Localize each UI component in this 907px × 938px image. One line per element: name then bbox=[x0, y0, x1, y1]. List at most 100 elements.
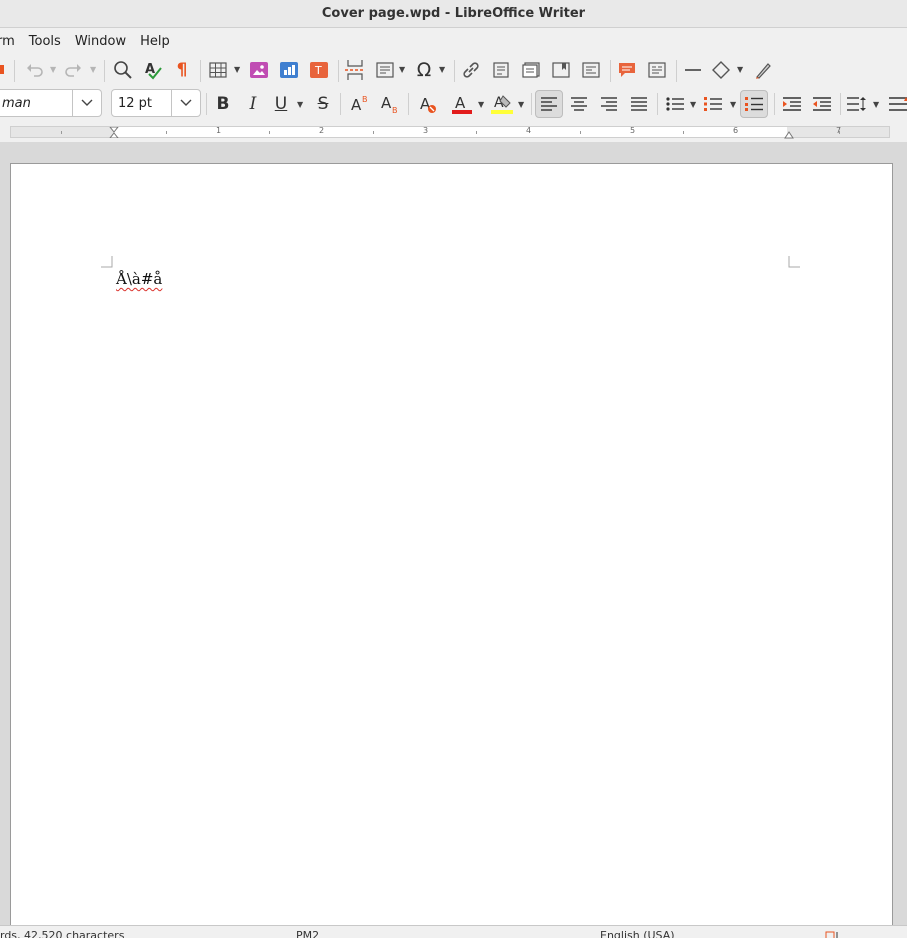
insert-line-icon[interactable] bbox=[682, 59, 704, 81]
menu-window[interactable]: Window bbox=[68, 34, 133, 49]
insert-table-icon[interactable] bbox=[207, 59, 229, 81]
draw-functions-icon[interactable] bbox=[752, 59, 774, 81]
font-size-dropdown-icon[interactable] bbox=[171, 90, 200, 116]
svg-text:A: A bbox=[381, 94, 392, 112]
statusbar: rds, 42,520 characters PM2 English (USA) bbox=[0, 925, 907, 938]
unordered-list-dropdown-icon[interactable]: ▼ bbox=[690, 100, 696, 109]
decrease-indent-icon[interactable] bbox=[810, 90, 834, 118]
horizontal-ruler[interactable]: 1 2 3 4 5 6 7 bbox=[10, 126, 890, 139]
separator bbox=[200, 60, 201, 82]
underline-dropdown-icon[interactable]: ▼ bbox=[297, 100, 303, 109]
separator bbox=[14, 60, 15, 82]
right-indent-marker[interactable] bbox=[784, 131, 794, 139]
ruler-number: 2 bbox=[319, 126, 325, 135]
font-name-box[interactable]: man bbox=[0, 89, 102, 117]
top-right-crop-mark bbox=[788, 256, 800, 268]
separator bbox=[676, 60, 677, 82]
find-replace-icon[interactable] bbox=[112, 59, 134, 81]
font-name-value[interactable]: man bbox=[0, 96, 72, 111]
align-center-icon[interactable] bbox=[567, 90, 591, 118]
special-character-icon[interactable]: Ω bbox=[412, 57, 436, 83]
bookmark-icon[interactable] bbox=[550, 59, 572, 81]
ruler-number: 3 bbox=[423, 126, 429, 135]
insert-image-icon[interactable] bbox=[248, 59, 270, 81]
document-page[interactable]: Å\à#å bbox=[10, 163, 893, 925]
endnote-icon[interactable] bbox=[520, 59, 542, 81]
undo-dropdown-icon[interactable]: ▼ bbox=[50, 65, 56, 74]
ruler-left-margin bbox=[11, 127, 114, 137]
bold-icon[interactable]: B bbox=[212, 92, 234, 116]
font-name-dropdown-icon[interactable] bbox=[72, 90, 101, 116]
separator bbox=[531, 93, 532, 115]
highlight-color-icon[interactable]: A bbox=[489, 92, 515, 116]
line-spacing-dropdown-icon[interactable]: ▼ bbox=[873, 100, 879, 109]
shapes-dropdown-icon[interactable]: ▼ bbox=[737, 65, 743, 74]
separator bbox=[104, 60, 105, 82]
undo-icon[interactable] bbox=[24, 60, 46, 80]
font-size-value[interactable]: 12 pt bbox=[112, 96, 171, 111]
increase-indent-icon[interactable] bbox=[780, 90, 804, 118]
align-right-icon[interactable] bbox=[597, 90, 621, 118]
table-dropdown-icon[interactable]: ▼ bbox=[234, 65, 240, 74]
svg-text:B: B bbox=[392, 106, 398, 114]
insert-chart-icon[interactable] bbox=[278, 59, 300, 81]
italic-icon[interactable]: I bbox=[242, 92, 264, 116]
formatting-marks-icon[interactable]: ¶ bbox=[172, 59, 192, 81]
ruler-tick bbox=[166, 131, 167, 134]
hyperlink-icon[interactable] bbox=[460, 59, 482, 81]
print-icon[interactable] bbox=[0, 60, 6, 78]
ruler-tick bbox=[269, 131, 270, 134]
track-changes-icon[interactable] bbox=[646, 59, 668, 81]
document-text[interactable]: Å\à#å bbox=[116, 270, 162, 288]
separator bbox=[454, 60, 455, 82]
insert-field-icon[interactable] bbox=[374, 59, 396, 81]
font-color-icon[interactable]: A bbox=[450, 92, 474, 116]
separator bbox=[840, 93, 841, 115]
menu-tools[interactable]: Tools bbox=[22, 34, 68, 49]
clear-formatting-icon[interactable]: A bbox=[415, 92, 439, 116]
cross-reference-icon[interactable] bbox=[580, 59, 602, 81]
footnote-icon[interactable] bbox=[490, 59, 512, 81]
line-spacing-icon[interactable] bbox=[845, 90, 869, 118]
left-indent-marker[interactable] bbox=[109, 127, 119, 138]
font-size-box[interactable]: 12 pt bbox=[111, 89, 201, 117]
insert-textbox-icon[interactable]: T bbox=[308, 59, 330, 81]
menu-help[interactable]: Help bbox=[133, 34, 177, 49]
separator bbox=[408, 93, 409, 115]
window-title: Cover page.wpd - LibreOffice Writer bbox=[0, 0, 907, 28]
field-dropdown-icon[interactable]: ▼ bbox=[399, 65, 405, 74]
ruler-tick bbox=[580, 131, 581, 134]
highlight-dropdown-icon[interactable]: ▼ bbox=[518, 100, 524, 109]
menubar: rm Tools Window Help bbox=[0, 28, 907, 54]
paragraph-spacing-icon[interactable] bbox=[886, 90, 907, 118]
ruler-number: 6 bbox=[733, 126, 739, 135]
basic-shapes-icon[interactable] bbox=[710, 59, 732, 81]
redo-dropdown-icon[interactable]: ▼ bbox=[90, 65, 96, 74]
justify-icon[interactable] bbox=[627, 90, 651, 118]
strikethrough-icon[interactable]: S bbox=[312, 92, 334, 116]
outline-list-icon[interactable] bbox=[740, 90, 768, 118]
top-left-crop-mark bbox=[101, 256, 113, 268]
document-canvas[interactable]: Å\à#å bbox=[0, 142, 907, 925]
unordered-list-icon[interactable] bbox=[663, 90, 687, 118]
font-color-dropdown-icon[interactable]: ▼ bbox=[478, 100, 484, 109]
page-break-icon[interactable] bbox=[344, 58, 366, 82]
underline-icon[interactable]: U bbox=[270, 92, 292, 116]
subscript-icon[interactable]: AB bbox=[378, 92, 402, 116]
align-left-icon[interactable] bbox=[535, 90, 563, 118]
separator bbox=[338, 60, 339, 82]
comment-icon[interactable] bbox=[616, 59, 638, 81]
ruler-tick bbox=[839, 131, 840, 134]
spelling-icon[interactable]: A bbox=[142, 59, 164, 81]
horizontal-ruler-area: 1 2 3 4 5 6 7 bbox=[0, 122, 907, 142]
svg-text:T: T bbox=[314, 64, 322, 77]
ruler-tick bbox=[373, 131, 374, 134]
ordered-list-icon[interactable] bbox=[701, 90, 725, 118]
special-character-dropdown-icon[interactable]: ▼ bbox=[439, 65, 445, 74]
redo-icon[interactable] bbox=[62, 60, 84, 80]
ruler-number: 5 bbox=[630, 126, 636, 135]
separator bbox=[340, 93, 341, 115]
menu-form[interactable]: rm bbox=[0, 34, 22, 49]
superscript-icon[interactable]: AB bbox=[348, 92, 372, 116]
ordered-list-dropdown-icon[interactable]: ▼ bbox=[730, 100, 736, 109]
